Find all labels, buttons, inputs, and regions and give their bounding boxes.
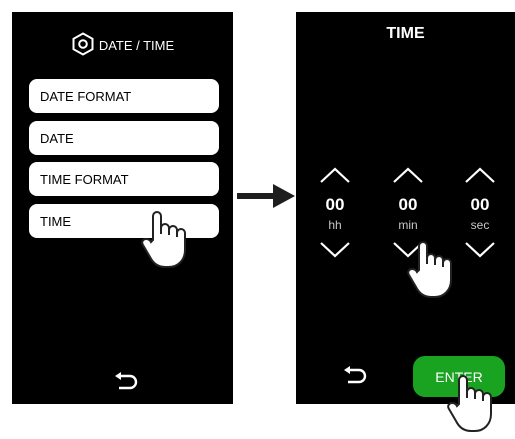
hand-pointer-icon (446, 372, 494, 439)
date-time-screen: DATE / TIME DATE FORMAT DATE TIME FORMAT… (12, 12, 233, 404)
seconds-down-chevron-icon[interactable] (464, 241, 496, 264)
minutes-unit-label: min (398, 218, 418, 232)
date-format-button[interactable]: DATE FORMAT (29, 79, 219, 113)
date-button[interactable]: DATE (29, 121, 219, 155)
arrow-right-icon (237, 183, 295, 214)
screen-title: DATE / TIME (98, 38, 175, 53)
hours-unit-label: hh (328, 218, 342, 232)
seconds-value: 00 (470, 195, 490, 214)
seconds-up-chevron-icon[interactable] (464, 166, 496, 189)
hours-value: 00 (325, 195, 345, 214)
time-button[interactable]: TIME (29, 204, 219, 238)
hours-down-chevron-icon[interactable] (319, 241, 351, 264)
screen-title: TIME (386, 25, 425, 42)
settings-hexagon-icon (71, 32, 95, 59)
hours-up-chevron-icon[interactable] (319, 166, 351, 189)
time-format-button[interactable]: TIME FORMAT (29, 162, 219, 196)
time-screen: TIME 00 hh 00 min 00 sec ENTER (296, 12, 515, 432)
back-arrow-icon[interactable] (113, 372, 139, 397)
minutes-up-chevron-icon[interactable] (392, 166, 424, 189)
minutes-value: 00 (398, 195, 418, 214)
back-arrow-icon[interactable] (342, 366, 368, 391)
seconds-unit-label: sec (470, 218, 490, 232)
hand-pointer-icon (406, 238, 454, 305)
screen-header: DATE / TIME (12, 32, 233, 59)
hand-pointer-icon (140, 208, 188, 275)
